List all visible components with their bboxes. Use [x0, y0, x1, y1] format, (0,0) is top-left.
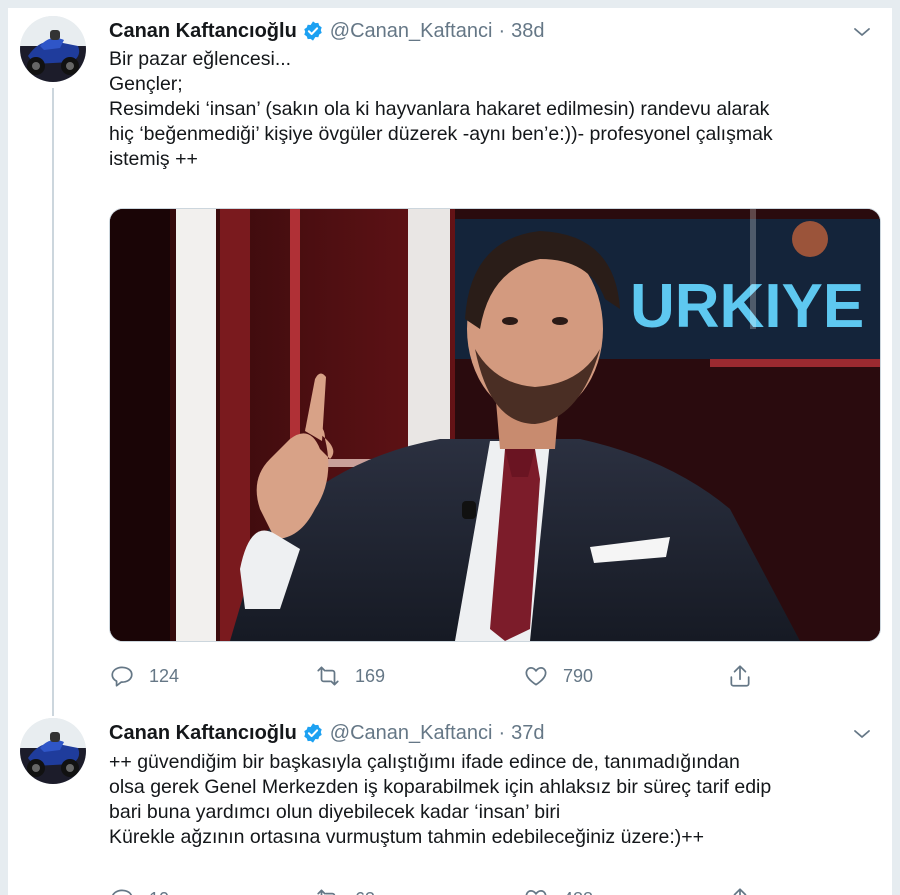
- separator-dot: ·: [498, 19, 506, 42]
- tweet[interactable]: Canan Kaftancıoğlu @Canan_Kaftanci · 38d…: [8, 8, 892, 716]
- tweet-photo[interactable]: URKIYE: [109, 208, 881, 642]
- reply-count: 10: [149, 889, 169, 895]
- share-button[interactable]: [727, 884, 753, 895]
- tweet-header: Canan Kaftancıoğlu @Canan_Kaftanci · 37d: [109, 720, 544, 746]
- like-count: 790: [563, 665, 594, 686]
- tweet-text: Bir pazar eğlencesi... Gençler; Resimdek…: [109, 47, 881, 172]
- media-tv-logo-text: URKIYE: [630, 272, 864, 341]
- chevron-down-icon[interactable]: [850, 722, 874, 746]
- share-button[interactable]: [727, 661, 753, 691]
- thread-line: [52, 88, 54, 716]
- separator-dot: ·: [498, 721, 506, 744]
- tweet-text-line: Gençler;: [109, 73, 183, 95]
- retweet-button[interactable]: 169: [315, 661, 385, 691]
- retweet-count: 169: [355, 665, 386, 686]
- author-name[interactable]: Canan Kaftancıoğlu: [109, 722, 297, 745]
- share-icon: [727, 886, 753, 895]
- retweet-icon: [315, 886, 341, 895]
- avatar[interactable]: [20, 16, 86, 82]
- timestamp[interactable]: 37d: [511, 722, 544, 745]
- timeline: Canan Kaftancıoğlu @Canan_Kaftanci · 38d…: [8, 8, 892, 895]
- timestamp[interactable]: 38d: [511, 20, 544, 43]
- verified-badge-icon: [302, 20, 324, 42]
- chevron-down-icon[interactable]: [850, 20, 874, 44]
- tweet-text: ++ güvendiğim bir başkasıyla çalıştığımı…: [109, 750, 881, 850]
- tweet-text-line: Kürekle ağzının ortasına vurmuştum tahmi…: [109, 826, 705, 848]
- tweet-text-line: Bir pazar eğlencesi...: [109, 48, 292, 70]
- tweet-text-line: olsa gerek Genel Merkezden iş koparabilm…: [109, 776, 772, 798]
- heart-icon: [523, 886, 549, 895]
- tweet-text-line: hiç ‘beğenmediği’ kişiye övgüler düzerek…: [109, 123, 773, 145]
- retweet-count: 63: [355, 889, 375, 895]
- like-button[interactable]: 790: [523, 661, 593, 691]
- like-button[interactable]: 488: [523, 884, 593, 895]
- tweet-text-line: ++ güvendiğim bir başkasıyla çalıştığımı…: [109, 751, 740, 773]
- retweet-button[interactable]: 63: [315, 884, 375, 895]
- retweet-icon: [315, 663, 341, 689]
- verified-badge-icon: [302, 722, 324, 744]
- share-icon: [727, 663, 753, 689]
- tweet-actions: 10 63 488: [109, 884, 789, 895]
- heart-icon: [523, 663, 549, 689]
- tweet-text-line: istemiş ++: [109, 148, 198, 170]
- author-name[interactable]: Canan Kaftancıoğlu: [109, 20, 297, 43]
- reply-icon: [109, 886, 135, 895]
- reply-count: 124: [149, 665, 180, 686]
- tweet-text-line: bari buna yardımcı olun diyebilecek kada…: [109, 801, 561, 823]
- like-count: 488: [563, 889, 593, 895]
- reply-icon: [109, 663, 135, 689]
- tweet[interactable]: Canan Kaftancıoğlu @Canan_Kaftanci · 37d…: [8, 708, 892, 895]
- tweet-text-line: Resimdeki ‘insan’ (sakın ola ki hayvanla…: [109, 98, 770, 120]
- author-handle[interactable]: @Canan_Kaftanci: [330, 20, 493, 43]
- tweet-header: Canan Kaftancıoğlu @Canan_Kaftanci · 38d: [109, 18, 544, 44]
- avatar[interactable]: [20, 718, 86, 784]
- reply-button[interactable]: 124: [109, 661, 179, 691]
- author-handle[interactable]: @Canan_Kaftanci: [330, 722, 493, 745]
- tweet-actions: 124 169 790: [109, 661, 789, 691]
- reply-button[interactable]: 10: [109, 884, 169, 895]
